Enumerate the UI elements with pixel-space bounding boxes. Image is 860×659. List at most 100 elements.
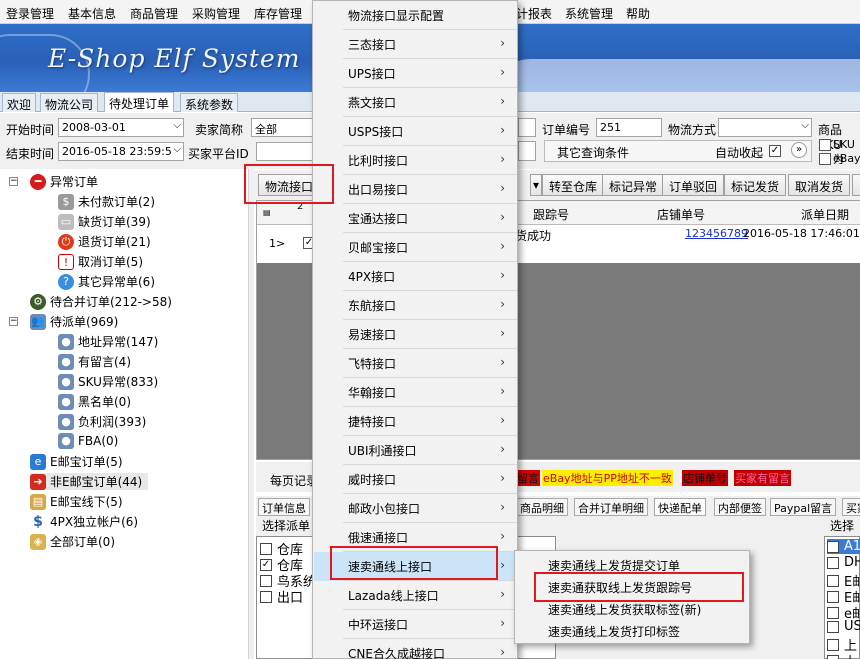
sku-checkbox-2[interactable] [819, 153, 831, 165]
menu-item-feite[interactable]: 飞特接口 › [314, 349, 517, 378]
list-item[interactable]: DH [827, 555, 860, 570]
list-item-checkbox[interactable] [827, 590, 839, 603]
start-time-field[interactable]: 2008-03-01 ⌵ [58, 118, 184, 137]
tree-node-non-epacket[interactable]: ➜ 非E邮宝订单(44) [30, 473, 149, 490]
menu-item-eastern-air[interactable]: 东航接口 › [314, 291, 517, 320]
menu-item-zhonghuanyun[interactable]: 中环运接口 › [314, 610, 517, 639]
menu-item-beiyoubao[interactable]: 贝邮宝接口 › [314, 233, 517, 262]
list-item-checkbox[interactable] [827, 638, 839, 651]
list-item-checkbox[interactable] [827, 620, 839, 633]
tree-node-to-dispatch[interactable]: 👥 待派单(969) [30, 313, 118, 330]
menu-item-jiete[interactable]: 捷特接口 › [314, 407, 517, 436]
menu-inventory[interactable]: 库存管理 [254, 5, 302, 22]
tree-node-unpaid[interactable]: $ 未付款订单(2) [58, 193, 155, 210]
menu-item-weishi[interactable]: 威时接口 › [314, 465, 517, 494]
menu-item-yanwen[interactable]: 燕文接口 › [314, 88, 517, 117]
tree-node-abnormal[interactable]: ━ 异常订单 [30, 173, 98, 190]
menu-item-display-config[interactable]: 物流接口显示配置 [314, 1, 517, 30]
partial-input[interactable] [518, 118, 536, 137]
cancel-ship-button[interactable]: 取消发货 [788, 174, 851, 196]
end-time-field[interactable]: 2016-05-18 23:59:5 ⌵ [58, 142, 184, 161]
list-item-checkbox[interactable] [260, 542, 272, 555]
tab-paypal-message[interactable]: Paypal留言 [770, 498, 837, 516]
tree-node-fba[interactable]: ● FBA(0) [58, 433, 118, 449]
tree-node-cancelled[interactable]: ! 取消订单(5) [58, 253, 143, 270]
tree-node-blacklist[interactable]: ● 黑名单(0) [58, 393, 131, 410]
menu-basic-info[interactable]: 基本信息 [68, 5, 116, 22]
tab-express-dispatch[interactable]: 快递配单 [654, 498, 706, 516]
tree-node-sku-abnormal[interactable]: ● SKU异常(833) [58, 373, 158, 390]
list-item-checkbox[interactable]: ✓ [260, 558, 272, 571]
menu-item-belgium[interactable]: 比利时接口 › [314, 146, 517, 175]
tree-node-negative-profit[interactable]: ● 负利润(393) [58, 413, 146, 430]
tab-welcome[interactable]: 欢迎 [2, 93, 37, 112]
tab-product-detail[interactable]: 商品明细 [516, 498, 568, 516]
splitter[interactable] [248, 169, 254, 659]
col-tracking-no[interactable]: 跟踪号 [533, 206, 569, 223]
tab-internal-notes[interactable]: 内部便签 [714, 498, 766, 516]
col-dispatch-date[interactable]: 派单日期 [801, 206, 849, 223]
list-item[interactable]: 上 [827, 651, 857, 659]
menu-item-4px[interactable]: 4PX接口 › [314, 262, 517, 291]
menu-item-cne[interactable]: CNE合久成越接口 › [314, 639, 517, 659]
menu-item-lazada-online[interactable]: Lazada线上接口 › [314, 581, 517, 610]
list-item[interactable]: A1 [827, 539, 860, 554]
menu-item-huahan[interactable]: 华翰接口 › [314, 378, 517, 407]
list-item-checkbox[interactable] [260, 574, 272, 587]
grid-menu-icon[interactable]: ▤ [263, 208, 271, 217]
to-warehouse-button[interactable]: 转至仓库 [542, 174, 605, 196]
tree-node-epacket-offline[interactable]: ▤ E邮宝线下(5) [30, 493, 123, 510]
menu-login[interactable]: 登录管理 [6, 5, 54, 22]
tab-merged-detail[interactable]: 合并订单明细 [574, 498, 648, 516]
list-item[interactable]: US [827, 619, 860, 634]
list-item-checkbox[interactable] [260, 590, 272, 603]
order-no-input[interactable]: 251 [596, 118, 662, 137]
tree-node-out-of-stock[interactable]: ▭ 缺货订单(39) [58, 213, 151, 230]
other-query-link[interactable]: 其它查询条件 [557, 144, 629, 161]
tree-node-other-abnormal[interactable]: ? 其它异常单(6) [58, 273, 155, 290]
tree-node-returns[interactable]: ⏻ 退货订单(21) [58, 233, 151, 250]
tab-system-params[interactable]: 系统参数 [180, 93, 239, 112]
mark-exception-button[interactable]: 标记异常 [602, 174, 665, 196]
submenu-print-label[interactable]: 速卖通线上发货打印标签 [516, 619, 748, 641]
reject-order-button[interactable]: 订单驳回 [662, 174, 725, 196]
list-item-checkbox[interactable] [827, 574, 839, 587]
buyer-short-select[interactable]: 全部 [251, 118, 313, 137]
mark-shipped-button[interactable]: 标记发货 [724, 174, 787, 196]
logistics-method-select[interactable]: ⌵ [718, 118, 812, 137]
menu-help[interactable]: 帮助 [626, 5, 650, 22]
menu-system[interactable]: 系统管理 [565, 5, 613, 22]
auto-collapse-checkbox[interactable]: ✓ [769, 145, 781, 157]
list-item[interactable]: 出口 [260, 587, 303, 606]
dropdown-arrow-icon[interactable]: ▾ [530, 174, 542, 196]
row-shop-no-link[interactable]: 123456789 [685, 227, 748, 240]
menu-report[interactable]: 计报表 [516, 5, 552, 22]
menu-item-chukou1[interactable]: 出口易接口 › [314, 175, 517, 204]
list-item-checkbox[interactable] [827, 556, 839, 569]
sku-checkbox-1[interactable] [819, 139, 831, 151]
menu-item-baotongda[interactable]: 宝通达接口 › [314, 204, 517, 233]
tab-pending-orders[interactable]: 待处理订单 [104, 92, 175, 112]
tree-node-4px-account[interactable]: $4PX独立帐户(6) [30, 513, 138, 530]
list-item-checkbox[interactable] [827, 606, 839, 619]
tree-node-has-message[interactable]: ● 有留言(4) [58, 353, 131, 370]
tab-buyer[interactable]: 买家 [842, 498, 860, 516]
tree-node-to-merge[interactable]: ⚙ 待合并订单(212->58) [30, 293, 172, 310]
menu-purchase[interactable]: 采购管理 [192, 5, 240, 22]
tree-node-address-abnormal[interactable]: ● 地址异常(147) [58, 333, 158, 350]
tab-order-info[interactable]: 订单信息 [258, 498, 310, 516]
col-shop-order-no[interactable]: 店铺单号 [657, 206, 705, 223]
buyer-platform-input[interactable] [256, 142, 314, 161]
menu-item-usps[interactable]: USPS接口 › [314, 117, 517, 146]
list-item-checkbox[interactable] [827, 540, 839, 553]
tree-expander[interactable]: − [9, 177, 18, 186]
tree-node-epacket[interactable]: e E邮宝订单(5) [30, 453, 123, 470]
menu-item-china-post-small[interactable]: 邮政小包接口 › [314, 494, 517, 523]
tree-node-all-orders[interactable]: ◈ 全部订单(0) [30, 533, 115, 550]
partial-input-2[interactable] [518, 141, 536, 161]
tab-logistics-company[interactable]: 物流公司 [40, 93, 99, 112]
tree-expander[interactable]: − [9, 317, 18, 326]
menu-item-yisu[interactable]: 易速接口 › [314, 320, 517, 349]
menu-item-ups[interactable]: UPS接口 › [314, 59, 517, 88]
menu-item-ubi[interactable]: UBI利通接口 › [314, 436, 517, 465]
